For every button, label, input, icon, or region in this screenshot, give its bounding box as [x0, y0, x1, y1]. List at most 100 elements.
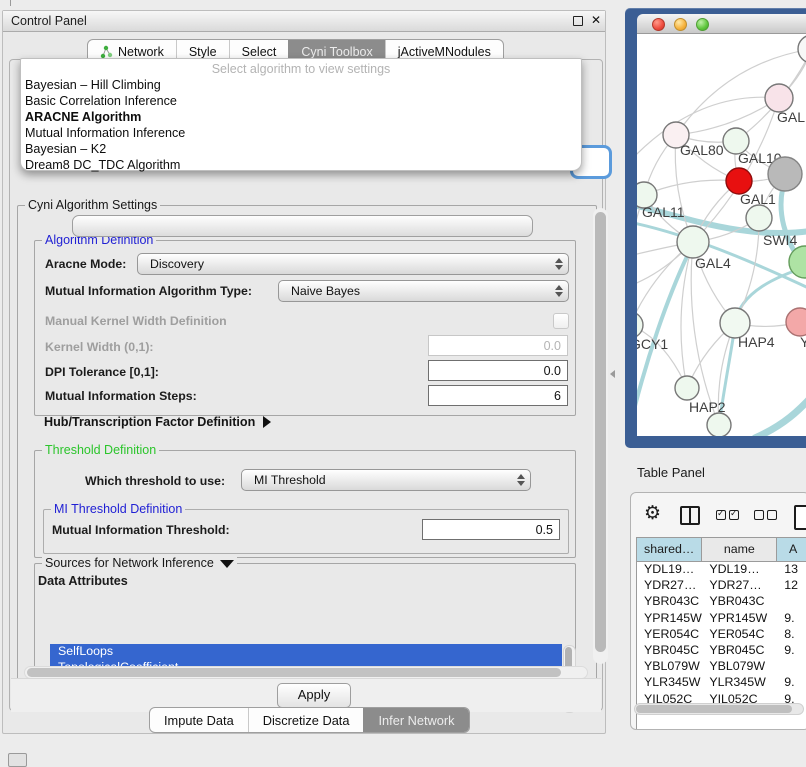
tab-discretize-data[interactable]: Discretize Data — [248, 708, 364, 732]
network-node-label: GAL11 — [642, 204, 685, 220]
network-node-label: SWI4 — [763, 232, 797, 248]
which-threshold-label: Which threshold to use: — [85, 474, 225, 488]
minimize-traffic-light-icon[interactable] — [674, 18, 687, 31]
table-cell: YBL079W — [702, 659, 777, 675]
table-cell: YPR145W — [702, 611, 777, 627]
which-threshold-combo[interactable]: MI Threshold — [241, 469, 531, 491]
network-node-label: GAL4 — [695, 255, 731, 271]
bottom-tabstrip: Impute DataDiscretize DataInfer Network — [149, 707, 470, 733]
column-header-name[interactable]: name — [702, 538, 777, 561]
combo-arrows-icon — [553, 256, 564, 272]
algorithm-option[interactable]: Basic Correlation Inference — [21, 93, 581, 109]
column-header-shared[interactable]: shared… — [637, 538, 702, 561]
algorithm-option[interactable]: Bayesian – K2 — [21, 141, 581, 157]
mi-threshold-label: Mutual Information Threshold: — [52, 523, 230, 537]
algorithm-option[interactable]: Dream8 DC_TDC Algorithm — [21, 157, 581, 173]
desktop: { "control_panel": { "title": "Control P… — [0, 0, 806, 762]
kernel-width-field[interactable]: 0.0 — [428, 335, 568, 356]
aracne-mode-value: Discovery — [150, 257, 204, 271]
minimized-panel-icon[interactable] — [8, 753, 27, 767]
aracne-mode-combo[interactable]: Discovery — [137, 253, 569, 275]
select-all-columns-icon[interactable] — [716, 510, 739, 520]
algorithm-option[interactable]: Mutual Information Inference — [21, 125, 581, 141]
network-node-hap2[interactable] — [675, 376, 699, 400]
sources-toggle[interactable]: Sources for Network Inference — [42, 556, 237, 570]
table-cell: YER054C — [637, 627, 702, 643]
network-node-swi4[interactable] — [746, 205, 772, 231]
threshold-definition-group: Threshold Definition Which threshold to … — [34, 450, 576, 558]
aracne-mode-label: Aracne Mode: — [45, 257, 126, 271]
deselect-all-columns-icon[interactable] — [754, 510, 777, 520]
mi-algorithm-type-value: Naive Bayes — [291, 284, 360, 298]
which-threshold-value: MI Threshold — [254, 473, 326, 487]
control-panel-titlebar: Control Panel ✕ — [3, 11, 605, 32]
close-icon[interactable]: ✕ — [591, 13, 601, 27]
data-attribute-item[interactable]: SelfLoops — [50, 644, 562, 660]
network-window-titlebar[interactable] — [637, 14, 806, 34]
table-row[interactable]: YPR145WYPR145W9. — [637, 611, 806, 627]
algorithm-option[interactable]: ARACNE Algorithm — [21, 109, 581, 125]
hub-definition-toggle[interactable]: Hub/Transcription Factor Definition — [44, 415, 271, 429]
table-cell: YER054C — [702, 627, 777, 643]
algorithm-option[interactable]: Bayesian – Hill Climbing — [21, 77, 581, 93]
column-header-a[interactable]: A — [777, 538, 806, 561]
mi-threshold-group: MI Threshold Definition Mutual Informati… — [43, 509, 569, 554]
table-row[interactable]: YBR045CYBR045C9. — [637, 643, 806, 659]
mi-steps-field[interactable]: 6 — [428, 385, 568, 406]
combo-arrows-icon — [553, 283, 564, 299]
apply-button[interactable]: Apply — [277, 683, 351, 708]
table-cell: 13 — [777, 562, 806, 578]
network-node-gcy1[interactable] — [637, 312, 643, 338]
mi-steps-label: Mutual Information Steps: — [45, 389, 197, 403]
network-edge — [644, 180, 739, 195]
table-rows: YDL19…YDL19…13YDR27…YDR27…12YBR043CYBR04… — [637, 562, 806, 704]
network-node-label: HAP4 — [738, 334, 775, 350]
sources-title: Sources for Network Inference — [45, 556, 214, 570]
table-horizontal-scrollbar[interactable] — [634, 703, 804, 715]
expanded-arrow-icon — [220, 560, 234, 568]
manual-kernel-width-label: Manual Kernel Width Definition — [45, 314, 227, 328]
network-canvas[interactable]: GALGAL80GAL10GAL1GAL11SWI4GAL4YHAP4GCY1H… — [637, 34, 806, 436]
tab-impute-data[interactable]: Impute Data — [150, 708, 248, 732]
settings-vertical-scrollbar[interactable] — [593, 208, 608, 664]
zoom-traffic-light-icon[interactable] — [696, 18, 709, 31]
split-panel-icon[interactable] — [680, 506, 700, 525]
panel-splitter-handle[interactable] — [610, 370, 615, 378]
network-selector-combo-fragment[interactable] — [72, 215, 533, 237]
float-window-icon[interactable] — [573, 16, 583, 26]
network-node-gal4[interactable] — [677, 226, 709, 258]
network-node-pinky[interactable] — [786, 308, 806, 336]
network-node-gray[interactable] — [768, 157, 802, 191]
tab-label: Style — [189, 45, 217, 59]
table-cell: YDL19… — [637, 562, 702, 578]
close-traffic-light-icon[interactable] — [652, 18, 665, 31]
table-row[interactable]: YDL19…YDL19…13 — [637, 562, 806, 578]
table-cell: YLR345W — [702, 675, 777, 691]
table-row[interactable]: YBL079WYBL079W — [637, 659, 806, 675]
table-row[interactable]: YDR27…YDR27…12 — [637, 578, 806, 594]
network-node-topright[interactable] — [798, 35, 806, 63]
tab-label: Select — [242, 45, 277, 59]
network-node-pink_top[interactable] — [765, 84, 793, 112]
table-row[interactable]: YER054CYER054C8. — [637, 627, 806, 643]
network-node-bottom[interactable] — [707, 413, 731, 436]
table-panel: ⚙ shared…nameA YDL19…YDL19…13YDR27…YDR27… — [630, 492, 806, 730]
manual-kernel-width-checkbox[interactable] — [553, 313, 569, 329]
table-row[interactable]: YBR043CYBR043C — [637, 594, 806, 610]
table-cell: YBR043C — [702, 594, 777, 610]
mi-algorithm-type-combo[interactable]: Naive Bayes — [278, 280, 569, 302]
table-cell: 9. — [777, 611, 806, 627]
import-table-icon[interactable] — [794, 505, 806, 530]
cyni-algorithm-settings-title: Cyni Algorithm Settings — [25, 198, 160, 212]
dpi-tolerance-field[interactable]: 0.0 — [428, 360, 568, 381]
table-cell: YDL19… — [702, 562, 777, 578]
mi-threshold-field[interactable]: 0.5 — [422, 519, 560, 540]
algorithm-popup-placeholder: Select algorithm to view settings — [21, 62, 581, 77]
gear-icon[interactable]: ⚙ — [644, 502, 661, 524]
network-tab-icon — [100, 45, 113, 59]
algorithm-popup: Select algorithm to view settings Bayesi… — [20, 58, 582, 171]
tab-label: Cyni Toolbox — [301, 45, 372, 59]
tab-infer-network[interactable]: Infer Network — [363, 708, 468, 732]
table-row[interactable]: YLR345WYLR345W9. — [637, 675, 806, 691]
table-header-row: shared…nameA — [637, 538, 806, 562]
